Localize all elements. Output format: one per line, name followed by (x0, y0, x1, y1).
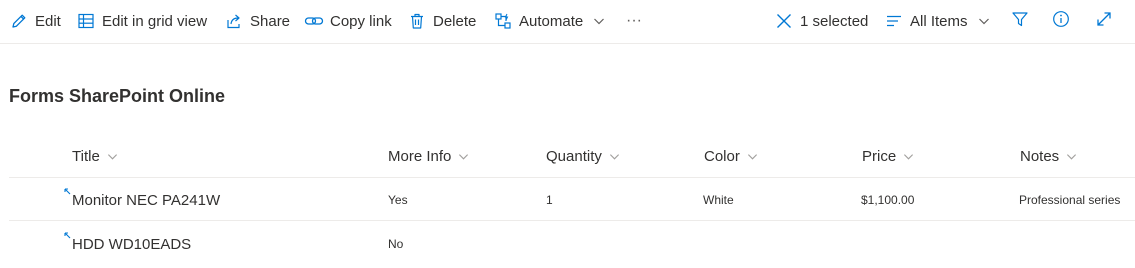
info-icon (1052, 10, 1070, 33)
pencil-icon (9, 11, 29, 31)
more-info-cell: Yes (388, 193, 408, 207)
automate-label: Automate (519, 12, 584, 30)
delete-label: Delete (433, 12, 477, 30)
notes-cell: Professional series (1019, 193, 1121, 207)
expand-icon (1095, 10, 1113, 33)
share-icon (224, 11, 244, 31)
list-title: Forms SharePoint Online (9, 86, 226, 106)
edit-button[interactable]: Edit (9, 0, 61, 42)
delete-button[interactable]: Delete (407, 0, 476, 42)
column-header-label: Price (862, 147, 897, 165)
filter-icon (1011, 10, 1029, 33)
edit-grid-label: Edit in grid view (102, 12, 208, 30)
share-button[interactable]: Share (224, 0, 290, 42)
item-title-link[interactable]: HDD WD10EADS (72, 236, 191, 253)
edit-in-grid-view-button[interactable]: Edit in grid view (76, 0, 207, 42)
quantity-cell: 1 (546, 193, 553, 207)
grid-icon (76, 11, 96, 31)
chevron-down-icon (978, 15, 990, 27)
price-cell: $1,100.00 (861, 193, 915, 207)
column-header-notes[interactable]: Notes (1020, 145, 1077, 167)
chevron-down-icon (747, 151, 758, 162)
info-button[interactable] (1051, 10, 1071, 33)
more-options-label: ··· (626, 12, 642, 29)
more-info-cell: No (388, 237, 404, 251)
column-header-label: More Info (388, 147, 452, 165)
copy-link-button[interactable]: Copy link (304, 0, 392, 42)
filter-button[interactable] (1010, 11, 1030, 31)
column-header-label: Color (704, 147, 740, 165)
chevron-down-icon (903, 151, 914, 162)
automate-menu[interactable]: Automate (493, 0, 605, 42)
table-row[interactable]: HDD WD10EADS No (9, 222, 1135, 266)
close-icon (774, 11, 794, 31)
copy-link-label: Copy link (330, 12, 392, 30)
table-row[interactable]: Monitor NEC PA241W Yes 1 White $1,100.00… (9, 177, 1135, 221)
link-icon (304, 11, 324, 31)
chevron-down-icon (107, 151, 118, 162)
column-header-label: Quantity (546, 147, 602, 165)
selected-count: 1 selected (800, 12, 869, 30)
edit-label: Edit (35, 12, 61, 30)
chevron-down-icon (458, 151, 469, 162)
trash-icon (407, 11, 427, 31)
column-header-price[interactable]: Price (862, 145, 914, 167)
chevron-down-icon (609, 151, 620, 162)
full-screen-button[interactable] (1094, 11, 1114, 31)
column-header-color[interactable]: Color (704, 145, 758, 167)
chevron-down-icon (1066, 151, 1077, 162)
color-cell: White (703, 193, 734, 207)
view-label: All Items (910, 12, 968, 30)
view-selector[interactable]: All Items (884, 0, 990, 42)
command-bar: Edit Edit in grid view Share Copy link D… (0, 0, 1135, 44)
share-label: Share (250, 12, 291, 30)
column-header-label: Title (72, 147, 100, 165)
more-options-button[interactable]: ··· (626, 0, 642, 42)
column-header-label: Notes (1020, 147, 1060, 165)
automate-icon (493, 11, 513, 31)
chevron-down-icon (593, 15, 605, 27)
list-view-icon (884, 11, 904, 31)
column-header-more-info[interactable]: More Info (388, 145, 469, 167)
column-header-quantity[interactable]: Quantity (546, 145, 620, 167)
item-title-link[interactable]: Monitor NEC PA241W (72, 192, 220, 209)
column-header-title[interactable]: Title (72, 145, 118, 167)
clear-selection-button[interactable]: 1 selected (774, 0, 868, 42)
